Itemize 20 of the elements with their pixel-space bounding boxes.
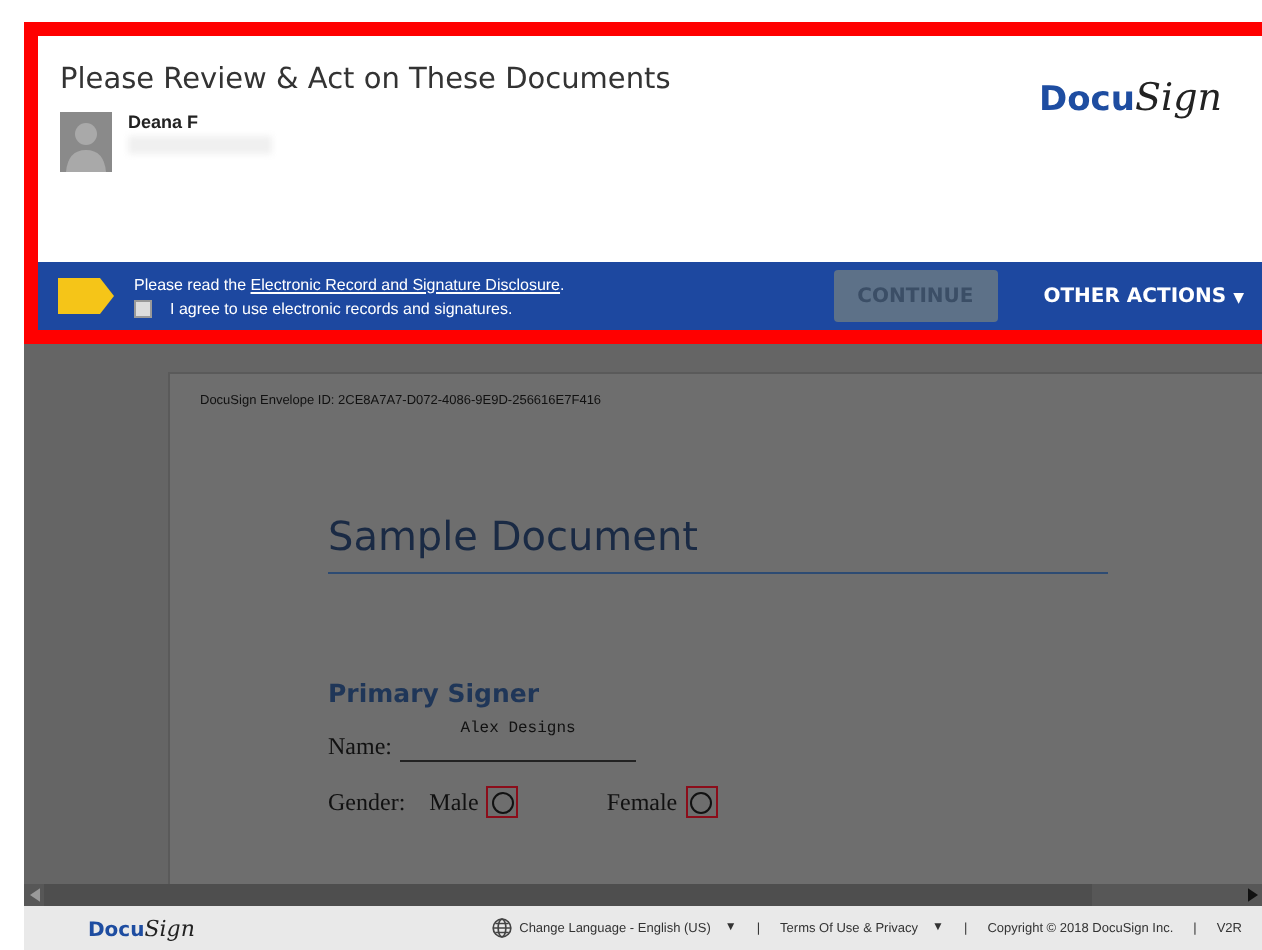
disclosure-notice: Please read the Electronic Record and Signature Disclosure. xyxy=(134,275,567,293)
agree-label: I agree to use electronic records and signatures. xyxy=(170,299,513,317)
option-label: Female xyxy=(606,787,678,817)
section-heading: Primary Signer xyxy=(328,678,542,708)
scroll-right-icon[interactable] xyxy=(1242,888,1262,902)
gender-label: Gender: xyxy=(328,787,406,817)
option-label: Male xyxy=(429,787,479,817)
horizontal-scrollbar[interactable] xyxy=(24,884,1262,906)
tag-icon xyxy=(58,278,114,314)
avatar-icon xyxy=(60,112,112,172)
name-label: Name: xyxy=(328,732,392,762)
disclosure-link[interactable]: Electronic Record and Signature Disclosure xyxy=(250,275,561,293)
agree-checkbox[interactable] xyxy=(134,299,152,317)
document-title: Sample Document xyxy=(328,512,1108,574)
globe-icon[interactable] xyxy=(491,918,512,938)
name-field[interactable]: Alex Designs xyxy=(400,720,636,762)
docusign-logo: DocuSign xyxy=(88,914,195,946)
user-name: Deana F xyxy=(128,112,201,132)
docusign-logo: DocuSign xyxy=(1039,76,1222,120)
page-title: Please Review & Act on These Documents xyxy=(60,64,671,96)
